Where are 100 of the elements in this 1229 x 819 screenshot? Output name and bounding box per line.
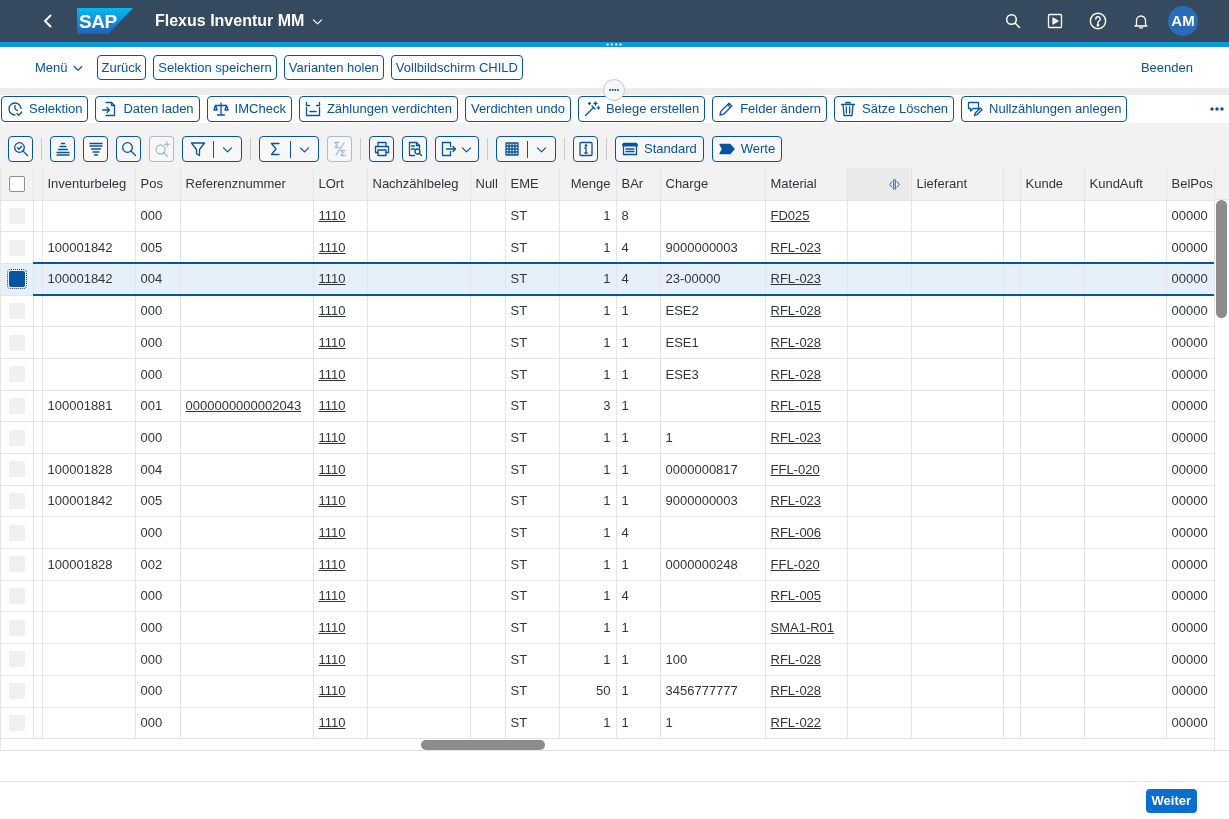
filter-button[interactable]	[182, 136, 242, 162]
table-link[interactable]: RFL-015	[770, 398, 822, 414]
select-all-checkbox[interactable]	[8, 175, 25, 192]
action-button[interactable]: Belege erstellen	[577, 96, 706, 122]
export-button[interactable]	[435, 136, 479, 162]
table-link[interactable]: 1110	[318, 334, 346, 350]
table-link[interactable]: 1110	[318, 556, 346, 572]
help-icon[interactable]	[1089, 12, 1107, 30]
table-link[interactable]: 1110	[318, 715, 346, 731]
table-link[interactable]: RFL-022	[770, 715, 822, 731]
column-header[interactable]: Material	[765, 168, 847, 200]
avatar[interactable]: AM	[1168, 6, 1198, 36]
sum-button[interactable]	[259, 136, 319, 162]
layout-button[interactable]	[496, 136, 556, 162]
table-cell: 000	[135, 421, 180, 454]
column-header[interactable]: Menge	[559, 168, 616, 200]
column-header[interactable]: Pos	[135, 168, 180, 200]
horizontal-scrollbar[interactable]	[421, 740, 545, 750]
table-link[interactable]: 1110	[318, 208, 346, 224]
logo[interactable]: SAP	[77, 8, 133, 34]
vertical-scrollbar[interactable]	[1216, 200, 1227, 318]
table-cell: ST	[505, 516, 559, 549]
column-header[interactable]: Lieferant	[911, 168, 1003, 200]
table-cell: 100001828	[42, 453, 135, 486]
table-link[interactable]: 1110	[318, 461, 346, 477]
table-link[interactable]: RFL-023	[770, 493, 822, 509]
table-link[interactable]: RFL-028	[770, 303, 822, 319]
column-header[interactable]: KundAuft	[1084, 168, 1166, 200]
grip-icon[interactable]	[606, 43, 622, 46]
table-link[interactable]: RFL-028	[770, 366, 822, 382]
table-cell: 1	[616, 326, 660, 359]
table-link[interactable]: 1110	[318, 620, 346, 636]
table-link[interactable]: 1110	[318, 303, 346, 319]
table-link[interactable]: FFL-020	[770, 461, 820, 477]
table-cell: 1	[616, 358, 660, 391]
play-icon[interactable]	[1047, 13, 1063, 29]
table-link[interactable]: RFL-028	[770, 683, 822, 699]
table-link[interactable]: FFL-020	[770, 556, 820, 572]
table-link[interactable]: FD025	[770, 208, 810, 224]
app-button[interactable]: Varianten holen	[283, 55, 384, 80]
table-link[interactable]: 1110	[318, 651, 346, 667]
table-link[interactable]: 1110	[318, 239, 346, 255]
table-link[interactable]: 1110	[318, 588, 346, 604]
standard-button[interactable]: Standard	[615, 136, 704, 162]
column-header[interactable]: Inventurbeleg	[42, 168, 135, 200]
sort-descending-button[interactable]	[83, 136, 108, 162]
column-header[interactable]: Nachzählbeleg	[367, 168, 470, 200]
table-link[interactable]: 1110	[318, 398, 346, 414]
sort-ascending-button[interactable]	[50, 136, 75, 162]
search-button[interactable]	[116, 136, 141, 162]
print-button[interactable]	[369, 136, 394, 162]
table-link[interactable]: 1110	[318, 683, 346, 699]
column-header[interactable]: LOrt	[313, 168, 367, 200]
table-link[interactable]: 1110	[318, 429, 346, 445]
table-link[interactable]: 0000000000002043	[185, 398, 302, 414]
column-header[interactable]: BAr	[616, 168, 660, 200]
action-button[interactable]: Verdichten undo	[464, 96, 571, 122]
action-button[interactable]: Sätze Löschen	[834, 96, 955, 122]
more-icon[interactable]	[1210, 107, 1224, 111]
preview-button[interactable]	[402, 136, 427, 162]
action-button[interactable]: IMCheck	[206, 96, 292, 122]
magnifier-check-icon	[12, 141, 29, 157]
action-button[interactable]: Felder ändern	[712, 96, 828, 122]
column-header[interactable]: BelPos	[1166, 168, 1214, 200]
app-button[interactable]: Vollbildschirm CHILD	[390, 55, 523, 80]
app-title-menu[interactable]: Flexus Inventur MM	[155, 9, 325, 33]
table-link[interactable]: RFL-006	[770, 524, 822, 540]
column-resize-icon[interactable]	[887, 177, 901, 193]
table-link[interactable]: 1110	[318, 366, 346, 382]
search-icon[interactable]	[1005, 13, 1021, 29]
column-header[interactable]: Null	[470, 168, 505, 200]
primary-button[interactable]: Weiter	[1145, 788, 1197, 813]
table-link[interactable]: SMA1-R01	[770, 620, 835, 636]
table-link[interactable]: 1110	[318, 524, 346, 540]
table-cell: 1	[616, 707, 660, 739]
table-link[interactable]: RFL-028	[770, 651, 822, 667]
action-button[interactable]: Zählungen verdichten	[298, 96, 458, 122]
details-button[interactable]	[8, 136, 33, 162]
action-button[interactable]: Daten laden	[95, 96, 200, 122]
column-header[interactable]: Kunde	[1020, 168, 1084, 200]
bell-icon[interactable]	[1133, 13, 1149, 29]
action-button[interactable]: Nullzählungen anlegen	[961, 96, 1128, 122]
info-button[interactable]	[573, 136, 598, 162]
app-button[interactable]: Selektion speichern	[153, 55, 277, 80]
action-button[interactable]: Selektion	[1, 96, 89, 122]
column-header[interactable]: Charge	[660, 168, 765, 200]
column-header[interactable]: Referenznummer	[180, 168, 313, 200]
column-header[interactable]: EME	[505, 168, 559, 200]
table-link[interactable]: 1110	[318, 493, 346, 509]
row-checkbox[interactable]	[8, 271, 25, 288]
table-link[interactable]: RFL-023	[770, 239, 822, 255]
menu-button[interactable]: Menü	[35, 55, 84, 80]
table-link[interactable]: RFL-028	[770, 334, 822, 350]
app-button[interactable]: Zurück	[96, 55, 147, 80]
table-link[interactable]: RFL-005	[770, 588, 822, 604]
exit-button[interactable]: Beenden	[1140, 55, 1193, 80]
table-cell: 1	[616, 390, 660, 422]
values-button[interactable]: Werte	[711, 136, 783, 162]
table-link[interactable]: RFL-023	[770, 429, 822, 445]
table-cell: 000	[135, 200, 180, 232]
